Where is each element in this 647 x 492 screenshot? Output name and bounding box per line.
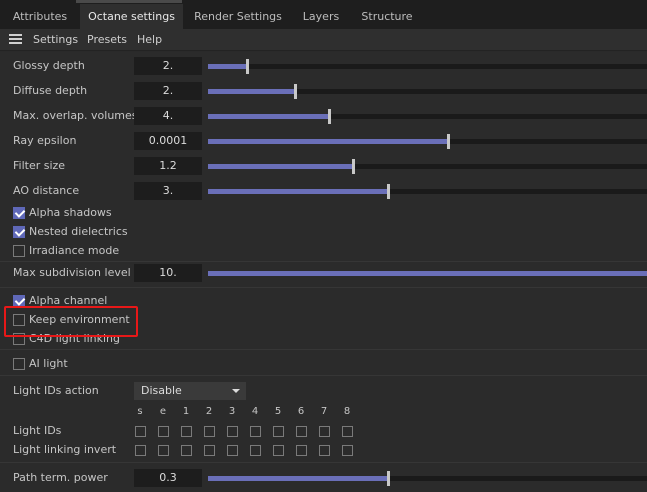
max-subdivision-slider[interactable] <box>208 264 647 282</box>
checkbox-box[interactable] <box>13 207 25 219</box>
light-linking-invert-checkbox[interactable] <box>204 445 215 456</box>
light-linking-invert-checkbox[interactable] <box>158 445 169 456</box>
ray-epsilon-label: Ray epsilon <box>13 134 77 147</box>
channel-header: 2 <box>205 406 213 417</box>
checkbox-box[interactable] <box>13 358 25 370</box>
light-ids-row <box>0 426 647 439</box>
channel-header: s <box>137 406 143 417</box>
path-term-power-slider[interactable] <box>208 469 647 487</box>
light-id-checkbox[interactable] <box>319 426 330 437</box>
max-subdivision-label: Max subdivision level <box>13 266 131 279</box>
light-linking-invert-checkbox[interactable] <box>319 445 330 456</box>
divider <box>0 349 647 350</box>
dropdown-value: Disable <box>141 384 182 397</box>
ai-light-label: AI light <box>29 357 68 370</box>
channel-header: 6 <box>297 406 305 417</box>
diffuse-depth-label: Diffuse depth <box>13 84 88 97</box>
light-id-checkbox[interactable] <box>273 426 284 437</box>
light-linking-invert-checkbox[interactable] <box>181 445 192 456</box>
light-id-checkbox[interactable] <box>158 426 169 437</box>
light-linking-invert-checkbox[interactable] <box>342 445 353 456</box>
light-ids-action-dropdown[interactable]: Disable <box>134 382 246 400</box>
max-overlap-volumes-slider[interactable] <box>208 107 647 125</box>
channel-header: e <box>159 406 167 417</box>
checkbox-box[interactable] <box>13 314 25 326</box>
ao-distance-label: AO distance <box>13 184 80 197</box>
channel-header: 8 <box>343 406 351 417</box>
menu-bar: Settings Presets Help <box>0 29 647 51</box>
light-id-checkbox[interactable] <box>181 426 192 437</box>
filter-size-slider[interactable] <box>208 157 647 175</box>
checkbox-box[interactable] <box>13 333 25 345</box>
menu-presets[interactable]: Presets <box>87 29 127 51</box>
max-overlap-volumes-field[interactable]: 4. <box>134 107 202 125</box>
filter-size-label: Filter size <box>13 159 66 172</box>
light-linking-invert-row <box>0 445 647 458</box>
filter-size-field[interactable]: 1.2 <box>134 157 202 175</box>
keep-environment-label: Keep environment <box>29 313 130 326</box>
max-overlap-volumes-label: Max. overlap. volumes <box>13 109 138 122</box>
tab-octane-settings[interactable]: Octane settings <box>80 4 183 29</box>
diffuse-depth-slider[interactable] <box>208 82 647 100</box>
tab-render-settings[interactable]: Render Settings <box>183 4 293 29</box>
light-linking-invert-checkbox[interactable] <box>296 445 307 456</box>
tab-layers[interactable]: Layers <box>293 4 349 29</box>
channel-header: 4 <box>251 406 259 417</box>
diffuse-depth-field[interactable]: 2. <box>134 82 202 100</box>
light-linking-invert-checkbox[interactable] <box>135 445 146 456</box>
channel-header: 3 <box>228 406 236 417</box>
glossy-depth-label: Glossy depth <box>13 59 85 72</box>
ao-distance-field[interactable]: 3. <box>134 182 202 200</box>
hamburger-menu-icon[interactable] <box>9 34 22 45</box>
irradiance-mode-label: Irradiance mode <box>29 244 120 257</box>
alpha-channel-label: Alpha channel <box>29 294 108 307</box>
divider <box>0 261 647 262</box>
tab-structure[interactable]: Structure <box>349 4 425 29</box>
light-id-checkbox[interactable] <box>135 426 146 437</box>
menu-help[interactable]: Help <box>137 29 162 51</box>
glossy-depth-field[interactable]: 2. <box>134 57 202 75</box>
glossy-depth-slider[interactable] <box>208 57 647 75</box>
channel-headers: s e 1 2 3 4 5 6 7 8 <box>0 406 647 420</box>
path-term-power-field[interactable]: 0.3 <box>134 469 202 487</box>
light-id-checkbox[interactable] <box>342 426 353 437</box>
c4d-light-linking-label: C4D light linking <box>29 332 120 345</box>
divider <box>0 375 647 376</box>
alpha-shadows-label: Alpha shadows <box>29 206 112 219</box>
channel-header: 5 <box>274 406 282 417</box>
path-term-power-label: Path term. power <box>13 471 108 484</box>
tab-attributes[interactable]: Attributes <box>0 4 80 29</box>
keep-environment-checkbox[interactable]: Keep environment <box>13 311 130 329</box>
light-linking-invert-checkbox[interactable] <box>273 445 284 456</box>
light-linking-invert-checkbox[interactable] <box>227 445 238 456</box>
channel-header: 7 <box>320 406 328 417</box>
divider <box>0 287 647 288</box>
checkbox-box[interactable] <box>13 245 25 257</box>
checkbox-box[interactable] <box>13 226 25 238</box>
light-linking-invert-checkbox[interactable] <box>250 445 261 456</box>
checkbox-box[interactable] <box>13 295 25 307</box>
menu-settings[interactable]: Settings <box>33 29 78 51</box>
ray-epsilon-field[interactable]: 0.0001 <box>134 132 202 150</box>
ray-epsilon-slider[interactable] <box>208 132 647 150</box>
active-indicator <box>76 0 182 3</box>
light-id-checkbox[interactable] <box>227 426 238 437</box>
light-id-checkbox[interactable] <box>296 426 307 437</box>
light-id-checkbox[interactable] <box>204 426 215 437</box>
channel-header: 1 <box>182 406 190 417</box>
light-id-checkbox[interactable] <box>250 426 261 437</box>
nested-dielectrics-label: Nested dielectrics <box>29 225 128 238</box>
divider <box>0 462 647 463</box>
max-subdivision-field[interactable]: 10. <box>134 264 202 282</box>
ao-distance-slider[interactable] <box>208 182 647 200</box>
chevron-down-icon <box>232 389 240 393</box>
light-ids-action-label: Light IDs action <box>13 384 99 397</box>
tab-bar: Attributes Octane settings Render Settin… <box>0 4 647 29</box>
